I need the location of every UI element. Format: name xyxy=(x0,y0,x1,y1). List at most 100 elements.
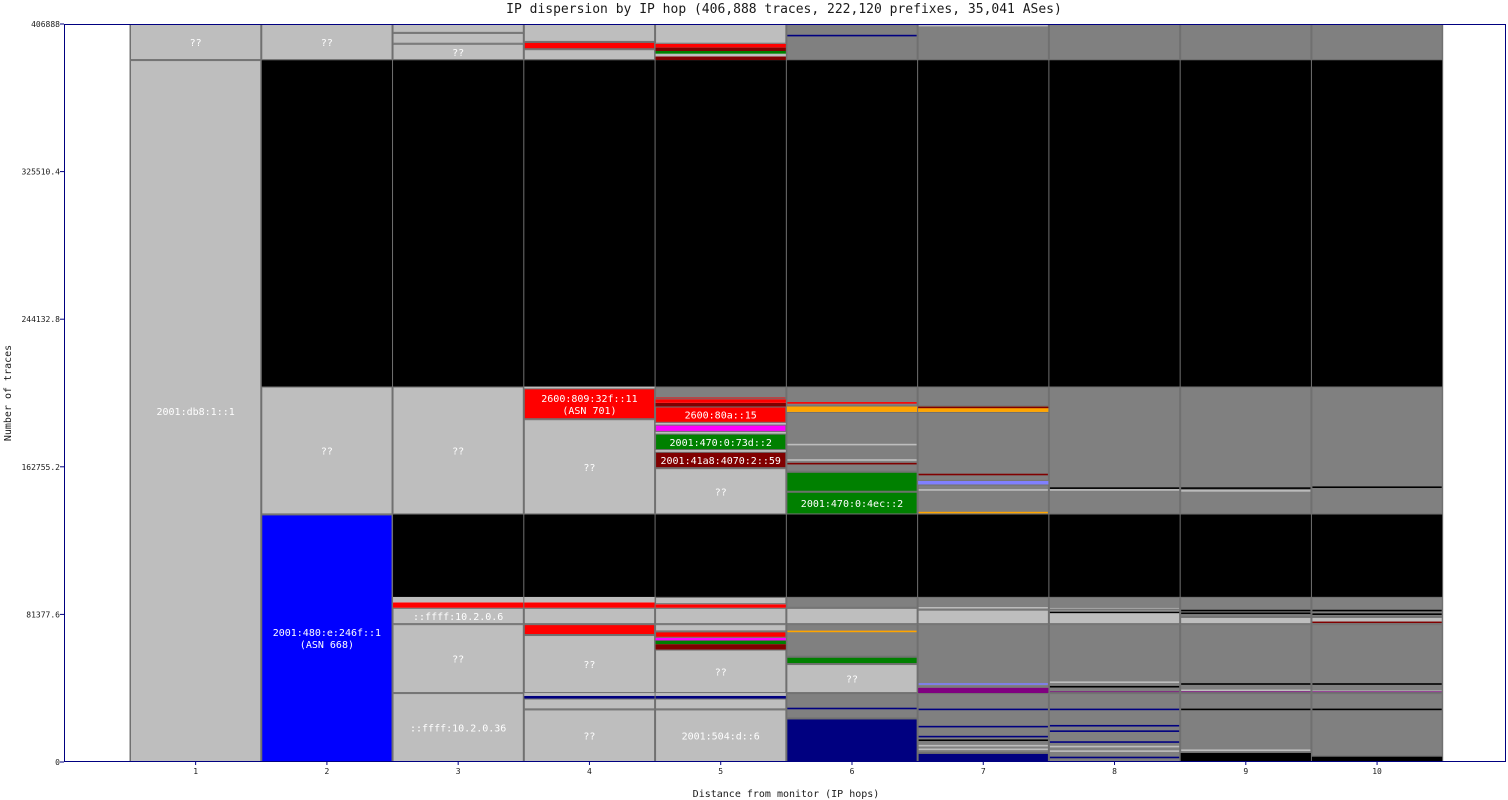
hop-5-segment-23 xyxy=(655,399,787,403)
hop-5-segment-17-label: 2001:470:0:73d::2 xyxy=(670,438,772,449)
hop-2-segment-0-label: 2001:480:e:246f::1 xyxy=(273,628,381,639)
hop-7-line-11 xyxy=(917,489,1049,491)
hop-4-segment-3 xyxy=(523,693,656,696)
hop-4-segment-8 xyxy=(523,596,656,603)
hop-5-segment-24 xyxy=(655,386,787,400)
hop-5-segment-6 xyxy=(655,640,787,645)
hop-2-segment-0-sublabel: (ASN 668) xyxy=(300,640,354,651)
x-tick-label-6: 7 xyxy=(981,767,986,776)
hop-6-segment-3 xyxy=(786,656,918,665)
hop-10-segment-5 xyxy=(1311,514,1443,597)
hop-4-segment-7 xyxy=(523,602,656,608)
hop-5-segment-2 xyxy=(655,695,787,699)
hop-8-segment-6 xyxy=(1048,60,1181,387)
hop-8-line-32 xyxy=(1048,685,1181,688)
hop-7-segment-13 xyxy=(917,24,1049,61)
hop-7-line-3 xyxy=(917,24,1049,27)
hop-7-segment-8 xyxy=(917,480,1049,485)
hop-10-line-27 xyxy=(1311,609,1443,612)
hop-7-line-10 xyxy=(917,473,1049,476)
hop-8-segment-5 xyxy=(1048,386,1181,515)
hop-7-line-51 xyxy=(917,739,1049,742)
hop-4-segment-14 xyxy=(523,49,656,61)
hop-6-segment-8-label: 2001:470:0:4ec::2 xyxy=(801,499,903,510)
hop-6-segment-7 xyxy=(786,514,918,597)
x-tick-label-5: 6 xyxy=(850,767,855,776)
hop-5-segment-10 xyxy=(655,607,787,625)
hop-5-segment-22 xyxy=(655,402,787,407)
hop-8-line-59 xyxy=(1048,750,1181,752)
hop-7-segment-0 xyxy=(917,752,1049,762)
hop-2-segment-2 xyxy=(261,60,393,387)
hop-3-segment-7 xyxy=(392,60,524,387)
hop-2-segment-3-label: ?? xyxy=(321,38,333,49)
hop-5-segment-20 xyxy=(655,422,787,425)
hop-6-segment-1 xyxy=(786,693,918,719)
hop-5-segment-29 xyxy=(655,47,787,52)
hop-7-line-53 xyxy=(917,748,1049,751)
hop-6-line-45 xyxy=(786,745,918,748)
hop-7-line-12 xyxy=(917,511,1049,514)
hop-6-line-5 xyxy=(786,402,918,404)
hop-8-segment-3 xyxy=(1048,596,1181,610)
x-axis-label: Distance from monitor (IP hops) xyxy=(693,789,880,800)
x-tick-label-3: 4 xyxy=(587,767,592,776)
hop-3-segment-1-label: ?? xyxy=(452,655,464,666)
hop-10-line-28 xyxy=(1311,613,1443,615)
hop-7-segment-1 xyxy=(917,693,1049,753)
hop-4-segment-13 xyxy=(523,60,656,387)
hop-6-line-43 xyxy=(786,736,918,739)
y-tick-label-0: 0 xyxy=(55,758,60,767)
hop-10-line-29 xyxy=(1311,621,1443,624)
hop-4-segment-0-label: ?? xyxy=(583,732,595,743)
plot-layer: 2001:db8:1::1??2001:480:e:246f::1(ASN 66… xyxy=(129,24,1444,763)
hop-10-line-17 xyxy=(1311,486,1443,489)
hop-5-segment-3 xyxy=(655,693,787,696)
hop-7-line-20 xyxy=(917,607,1049,609)
x-tick-label-1: 2 xyxy=(324,767,329,776)
hop-5-segment-25 xyxy=(655,60,787,387)
hop-3-segment-4 xyxy=(392,596,524,603)
hop-5-segment-11 xyxy=(655,604,787,608)
y-tick-label-5: 406888 xyxy=(31,20,60,29)
hop-7-line-54 xyxy=(917,708,1049,711)
hop-4-segment-6 xyxy=(523,607,656,625)
y-axis-label: Number of traces xyxy=(3,345,14,441)
hop-6-line-8 xyxy=(786,462,918,465)
hop-8-line-31 xyxy=(1048,681,1181,683)
hop-7-segment-3 xyxy=(917,624,1049,688)
hop-3-segment-8-label: ?? xyxy=(452,48,464,59)
hop-9-line-35 xyxy=(1180,689,1312,692)
hop-8-line-61 xyxy=(1048,708,1181,711)
x-tick-label-0: 1 xyxy=(193,767,198,776)
hop-3-segment-3 xyxy=(392,602,524,608)
hop-5-segment-31 xyxy=(655,24,787,44)
hop-7-segment-12 xyxy=(917,60,1049,387)
hop-6-line-44 xyxy=(786,741,918,743)
hop-2-segment-1-label: ?? xyxy=(321,446,333,457)
hop-7-line-50 xyxy=(917,735,1049,738)
hop-10-segment-7 xyxy=(1311,60,1443,387)
hop-5-segment-13 xyxy=(655,514,787,597)
hop-4-segment-11-sublabel: (ASN 701) xyxy=(562,406,616,417)
hop-6-line-19 xyxy=(786,609,918,612)
hop-9-segment-5 xyxy=(1180,514,1312,597)
hop-5-segment-30 xyxy=(655,43,787,48)
hop-7-segment-9 xyxy=(917,411,1049,481)
hop-10-segment-8 xyxy=(1311,24,1443,61)
hop-10-line-37 xyxy=(1311,683,1443,685)
hop-8-segment-7 xyxy=(1048,24,1181,61)
hop-5-segment-16 xyxy=(655,450,787,452)
hop-8-line-22 xyxy=(1048,611,1181,614)
hop-5-segment-28 xyxy=(655,51,787,54)
hop-6-segment-2-label: ?? xyxy=(846,675,858,686)
hop-4-line-0 xyxy=(523,33,656,36)
hop-5-segment-15-label: 2001:41a8:4070:2::59 xyxy=(661,456,781,467)
x-tick-label-4: 5 xyxy=(718,767,723,776)
x-tick-label-7: 8 xyxy=(1112,767,1117,776)
hop-9-line-16 xyxy=(1180,490,1312,492)
hop-3-segment-9 xyxy=(392,32,524,44)
hop-9-segment-2 xyxy=(1180,624,1312,694)
hop-6-segment-10 xyxy=(786,411,918,472)
hop-9-segment-8 xyxy=(1180,24,1312,61)
